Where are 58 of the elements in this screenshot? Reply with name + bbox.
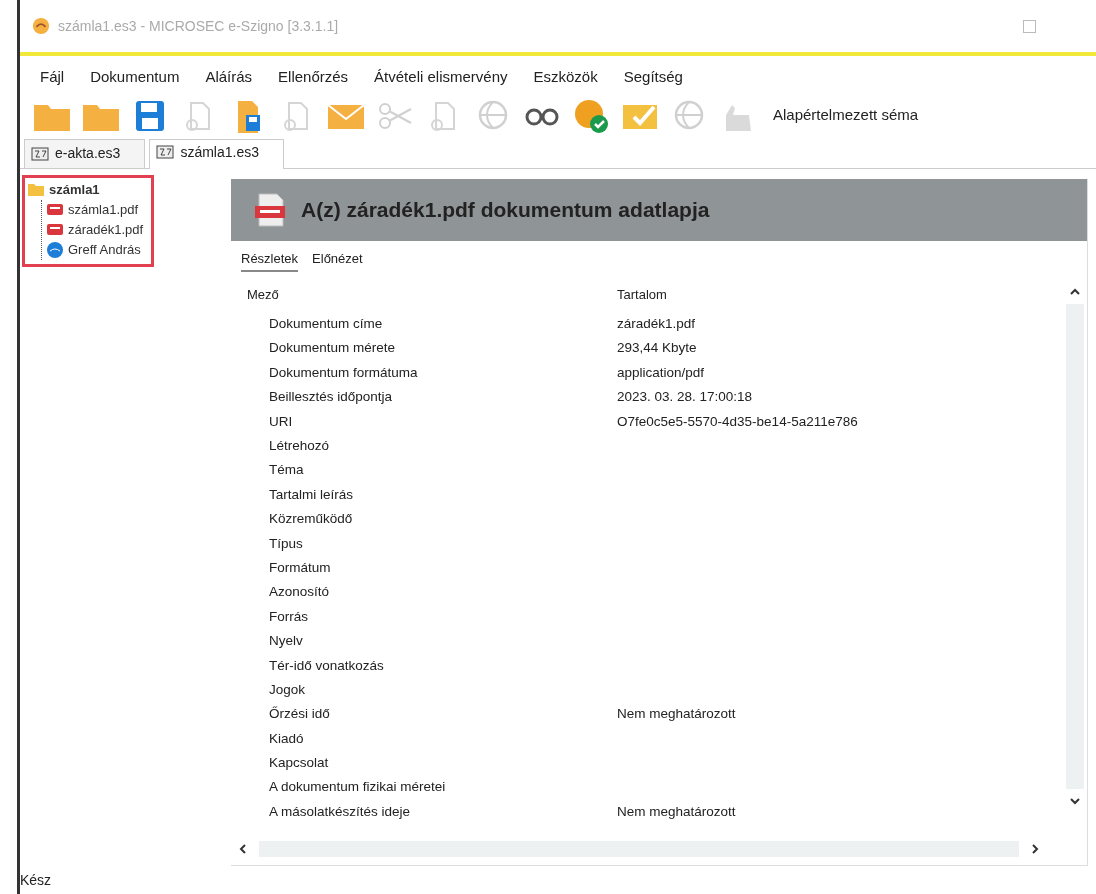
menu-item[interactable]: Dokumentum bbox=[90, 66, 180, 89]
field-name: Dokumentum formátuma bbox=[268, 363, 419, 382]
person-icon bbox=[46, 240, 64, 259]
column-header: Mező bbox=[247, 285, 280, 304]
field-name: Nyelv bbox=[268, 632, 304, 651]
pdf-icon bbox=[253, 191, 287, 228]
field-name: Létrehozó bbox=[268, 437, 331, 455]
field-value: 2023. 03. 28. 17:00:18 bbox=[617, 388, 753, 407]
field-name: Téma bbox=[268, 461, 305, 480]
menu-item[interactable]: Eszközök bbox=[533, 66, 598, 89]
field-name: Őrzési idő bbox=[268, 705, 331, 724]
tree-item[interactable]: záradék1.pdf bbox=[46, 219, 144, 240]
field-name: Tér-idő vonatkozás bbox=[268, 656, 385, 675]
column-header: Tartalom bbox=[617, 285, 667, 304]
maximize-button[interactable] bbox=[1023, 19, 1036, 33]
menu-item[interactable]: Ellenőrzés bbox=[278, 66, 349, 89]
scroll-down-icon[interactable] bbox=[1069, 795, 1081, 807]
field-name: Formátum bbox=[268, 558, 332, 577]
archive-icon bbox=[156, 145, 175, 159]
menu-item[interactable]: Fájl bbox=[40, 66, 65, 89]
field-value: Nem meghatározott bbox=[617, 802, 736, 821]
field-name: Forrás bbox=[268, 607, 309, 626]
field-name: Azonosító bbox=[268, 583, 331, 602]
document-tab[interactable]: számla1.es3 bbox=[149, 138, 284, 169]
field-name: A másolatkészítés ideje bbox=[268, 802, 412, 821]
field-name: Beillesztés időpontja bbox=[268, 388, 394, 407]
scroll-right-icon[interactable] bbox=[1029, 843, 1041, 855]
field-value: Nem meghatározott bbox=[617, 705, 736, 724]
menu-item[interactable]: Aláírás bbox=[205, 66, 253, 89]
document-tab[interactable]: e-akta.es3 bbox=[24, 138, 146, 168]
field-value: 293,44 Kbyte bbox=[617, 339, 697, 358]
details-title: A(z) záradék1.pdf dokumentum adatlapja bbox=[301, 196, 710, 223]
scroll-left-icon[interactable] bbox=[237, 843, 249, 855]
view-tab[interactable]: Részletek bbox=[241, 248, 299, 272]
field-name: URI bbox=[268, 412, 294, 431]
field-name: Kapcsolat bbox=[268, 754, 330, 773]
view-tab[interactable]: Előnézet bbox=[312, 248, 363, 272]
tree-item[interactable]: számla1 bbox=[27, 179, 144, 200]
field-value: application/pdf bbox=[617, 363, 705, 382]
schema-label: Alapértelmezett séma bbox=[773, 105, 919, 126]
status-text: Kész bbox=[20, 870, 52, 890]
menu-item[interactable]: Segítség bbox=[623, 66, 683, 89]
field-value: O7fe0c5e5-5570-4d35-be14-5a211e786 bbox=[617, 412, 858, 431]
field-name: Típus bbox=[268, 534, 304, 553]
field-name: Jogok bbox=[268, 680, 307, 699]
field-name: Közreműködő bbox=[268, 510, 354, 529]
field-name: Tartalmi leírás bbox=[268, 485, 355, 504]
field-name: Dokumentum címe bbox=[268, 315, 384, 334]
window-title: számla1.es3 - MICROSEC e-Szigno [3.3.1.1] bbox=[58, 16, 339, 36]
field-name: Kiadó bbox=[268, 729, 305, 748]
tree-item[interactable]: számla1.pdf bbox=[46, 199, 144, 220]
tree-item[interactable]: Greff András bbox=[46, 239, 144, 260]
field-name: A dokumentum fizikai méretei bbox=[268, 778, 447, 797]
app-icon bbox=[32, 17, 50, 35]
field-name: Dokumentum mérete bbox=[268, 339, 397, 358]
field-value: záradék1.pdf bbox=[617, 315, 696, 334]
menu-item[interactable]: Átvételi elismervény bbox=[374, 66, 508, 89]
archive-icon bbox=[31, 146, 49, 161]
